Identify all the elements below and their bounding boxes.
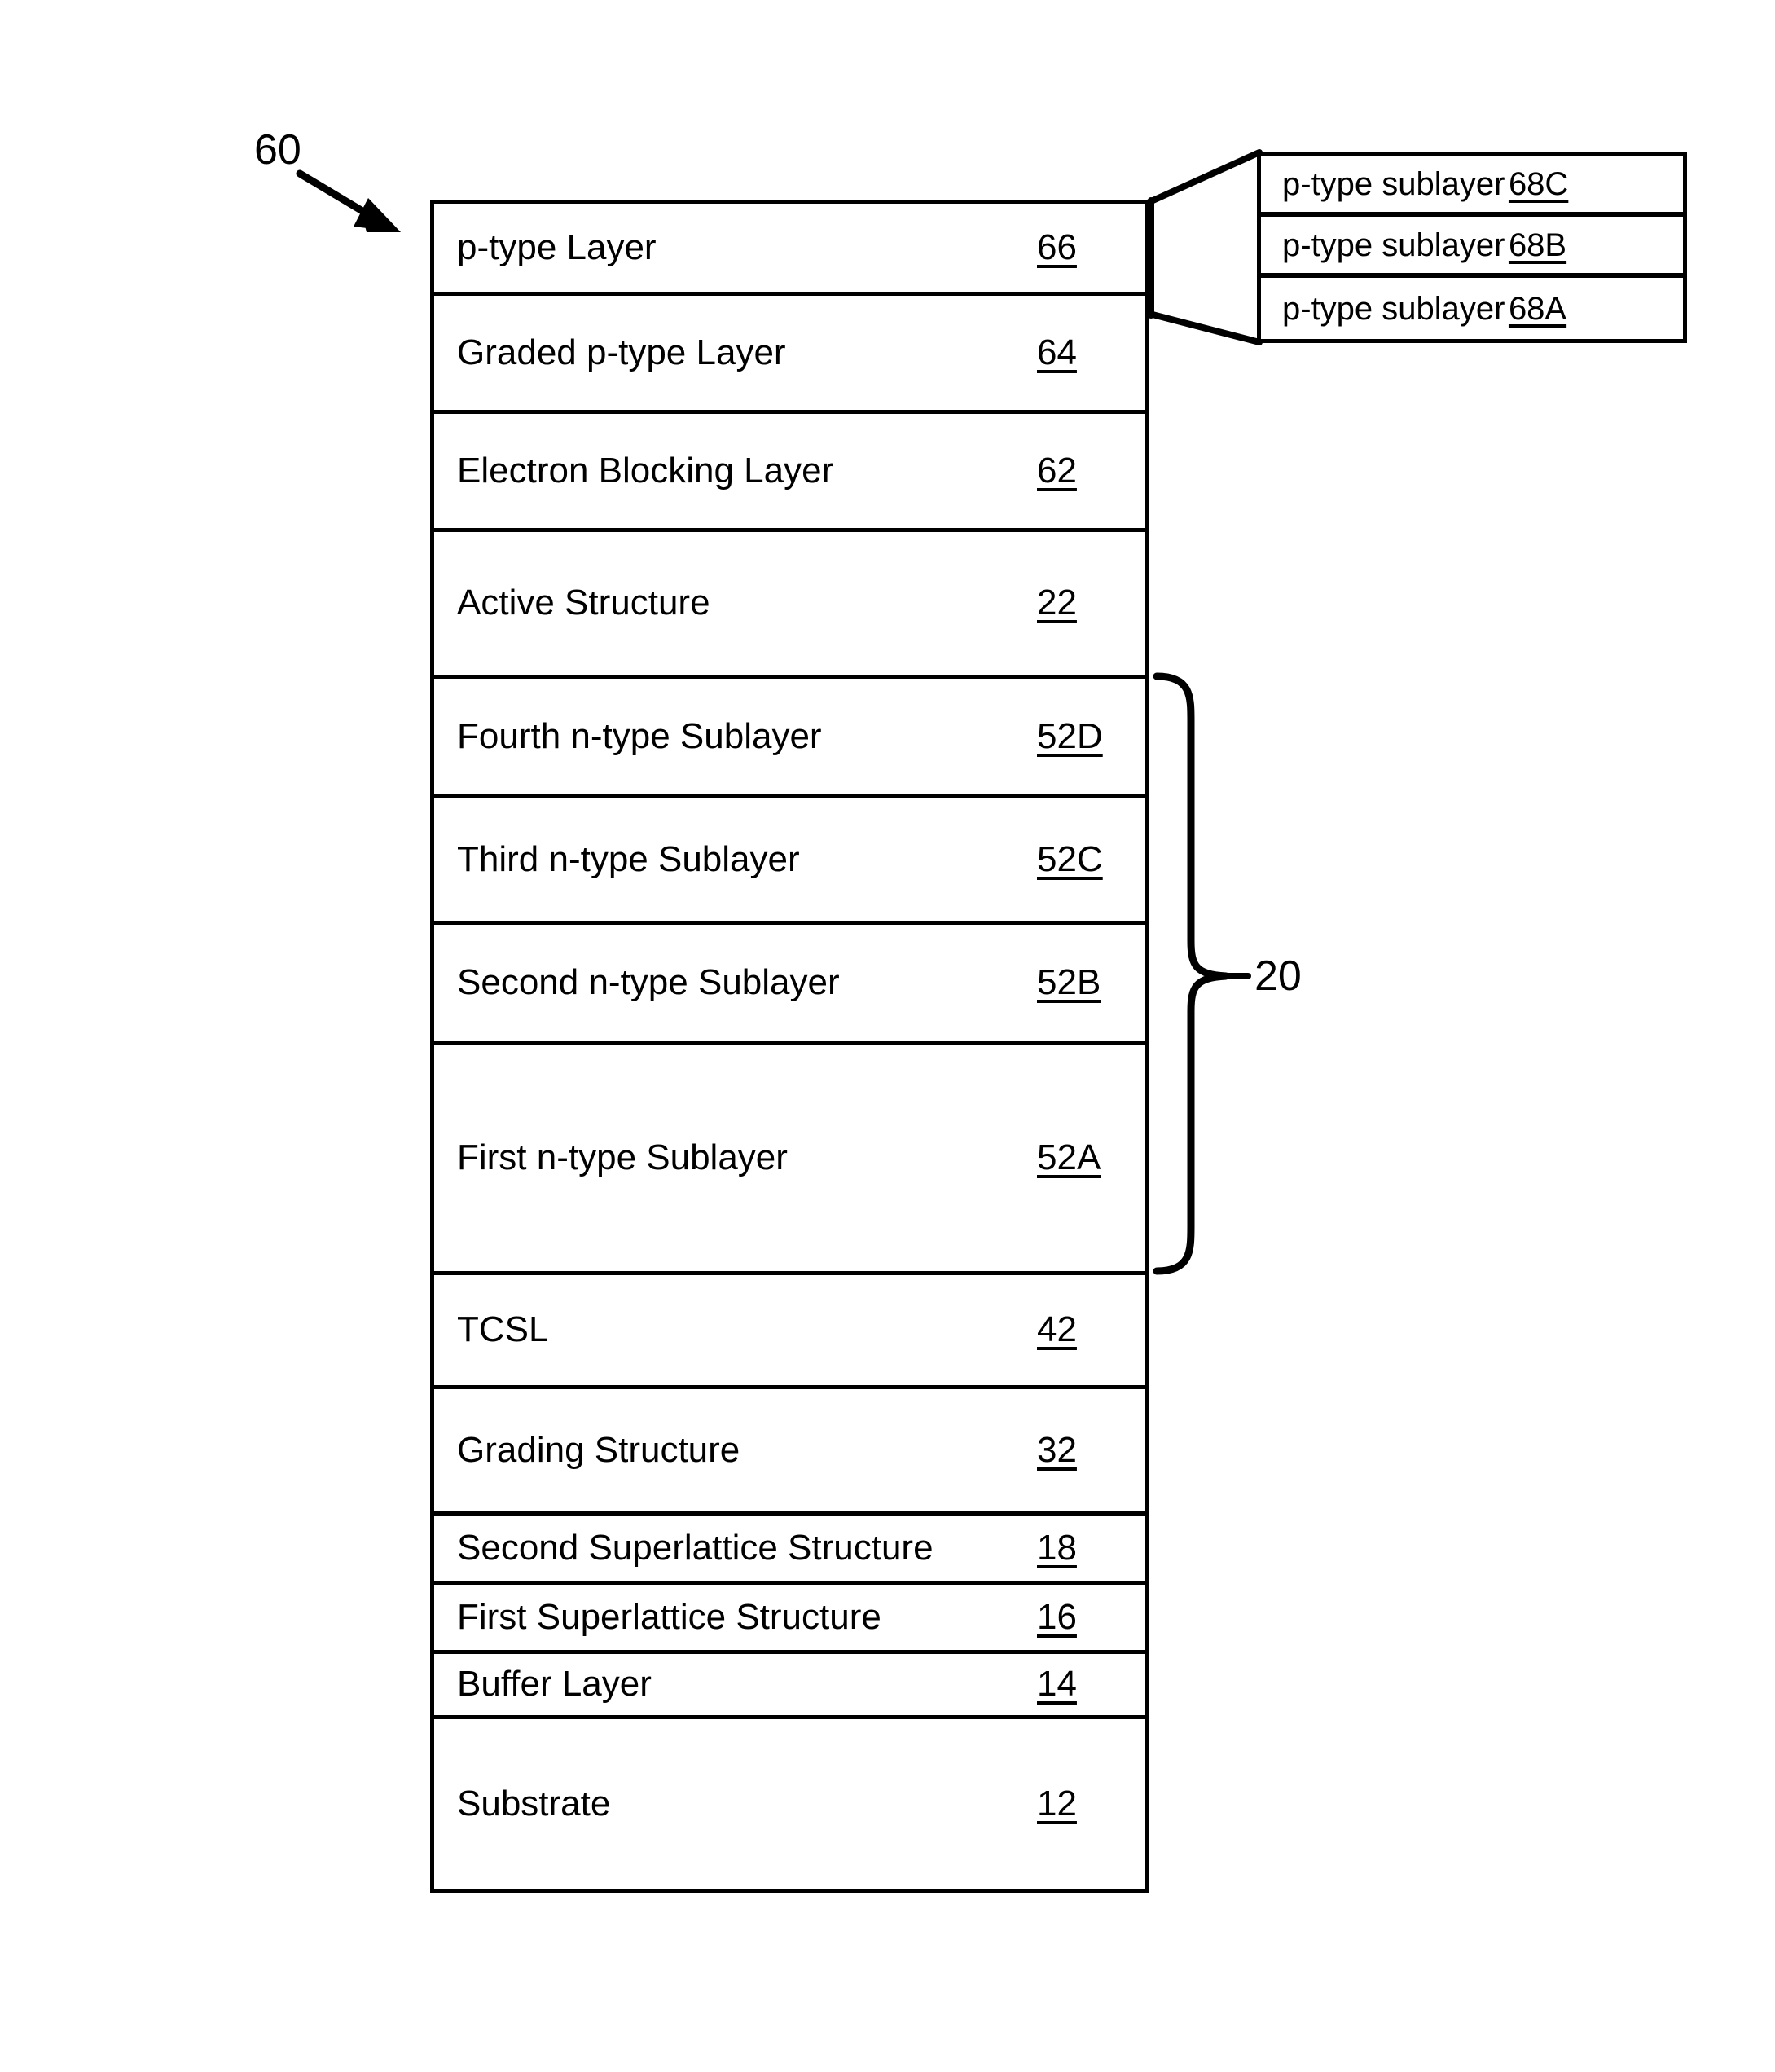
callout-sublayer-reference-number: 68C: [1508, 165, 1569, 202]
layer-row: Third n-type Sublayer 52C: [434, 798, 1145, 925]
device-layer-stack: p-type Layer 66 Graded p-type Layer 64 Elect…: [430, 200, 1149, 1893]
layer-reference-number: 32: [1037, 1429, 1077, 1470]
layer-name: Electron Blocking Layer: [457, 450, 834, 491]
layer-reference-number: 66: [1037, 227, 1077, 267]
layer-reference-number: 52B: [1037, 962, 1101, 1003]
layer-reference-number: 42: [1037, 1309, 1077, 1350]
layer-reference-number: 64: [1037, 332, 1077, 372]
layer-reference-number: 16: [1037, 1596, 1077, 1637]
layer-name: Second n-type Sublayer: [457, 962, 840, 1003]
layer-name: Graded p-type Layer: [457, 332, 786, 372]
layer-name: Second Superlattice Structure: [457, 1527, 934, 1568]
layer-name: Substrate: [457, 1783, 611, 1823]
p-type-sublayer-callout: p-type sublayer 68C p-type sublayer 68B p-…: [1257, 152, 1687, 343]
layer-reference-number: 52A: [1037, 1137, 1101, 1178]
callout-leader-lines: [1146, 149, 1263, 345]
layer-name: Buffer Layer: [457, 1664, 652, 1705]
n-type-group-brace: [1153, 672, 1251, 1275]
layer-name: Grading Structure: [457, 1429, 740, 1470]
layer-row: p-type Layer 66: [434, 204, 1145, 296]
layer-name: Active Structure: [457, 583, 710, 623]
layer-reference-number: 22: [1037, 583, 1077, 623]
layer-row: TCSL 42: [434, 1275, 1145, 1389]
layer-name: First Superlattice Structure: [457, 1596, 881, 1637]
callout-row: p-type sublayer 68B: [1261, 217, 1683, 278]
callout-row: p-type sublayer 68A: [1261, 278, 1683, 339]
layer-reference-number: 12: [1037, 1783, 1077, 1823]
layer-reference-number: 62: [1037, 450, 1077, 491]
layer-reference-number: 14: [1037, 1664, 1077, 1705]
layer-row: Second Superlattice Structure 18: [434, 1516, 1145, 1585]
callout-sublayer-name: p-type sublayer: [1282, 290, 1505, 327]
layer-row: Active Structure 22: [434, 532, 1145, 679]
figure-number-label: 60: [254, 126, 301, 174]
callout-sublayer-reference-number: 68A: [1508, 290, 1567, 327]
layer-row: First n-type Sublayer 52A: [434, 1045, 1145, 1275]
brace-group-label: 20: [1254, 952, 1302, 1000]
layer-row: Graded p-type Layer 64: [434, 296, 1145, 414]
layer-row: Electron Blocking Layer 62: [434, 414, 1145, 532]
layer-reference-number: 18: [1037, 1527, 1077, 1568]
layer-row: First Superlattice Structure 16: [434, 1585, 1145, 1654]
layer-name: First n-type Sublayer: [457, 1137, 788, 1178]
callout-row: p-type sublayer 68C: [1261, 156, 1683, 217]
layer-name: Fourth n-type Sublayer: [457, 715, 822, 756]
callout-sublayer-name: p-type sublayer: [1282, 227, 1505, 263]
layer-reference-number: 52D: [1037, 715, 1103, 756]
figure-reference-arrow: [296, 169, 401, 232]
patent-figure: 60 20 p-type Layer 66 Graded p-type Layer 6…: [0, 0, 1775, 2072]
callout-sublayer-name: p-type sublayer: [1282, 165, 1505, 202]
callout-sublayer-reference-number: 68B: [1508, 227, 1567, 263]
layer-row: Fourth n-type Sublayer 52D: [434, 679, 1145, 798]
layer-name: p-type Layer: [457, 227, 657, 267]
layer-row: Substrate 12: [434, 1719, 1145, 1889]
layer-reference-number: 52C: [1037, 838, 1103, 879]
layer-name: Third n-type Sublayer: [457, 838, 800, 879]
layer-row: Buffer Layer 14: [434, 1654, 1145, 1719]
layer-name: TCSL: [457, 1309, 549, 1350]
layer-row: Second n-type Sublayer 52B: [434, 925, 1145, 1045]
layer-row: Grading Structure 32: [434, 1389, 1145, 1516]
